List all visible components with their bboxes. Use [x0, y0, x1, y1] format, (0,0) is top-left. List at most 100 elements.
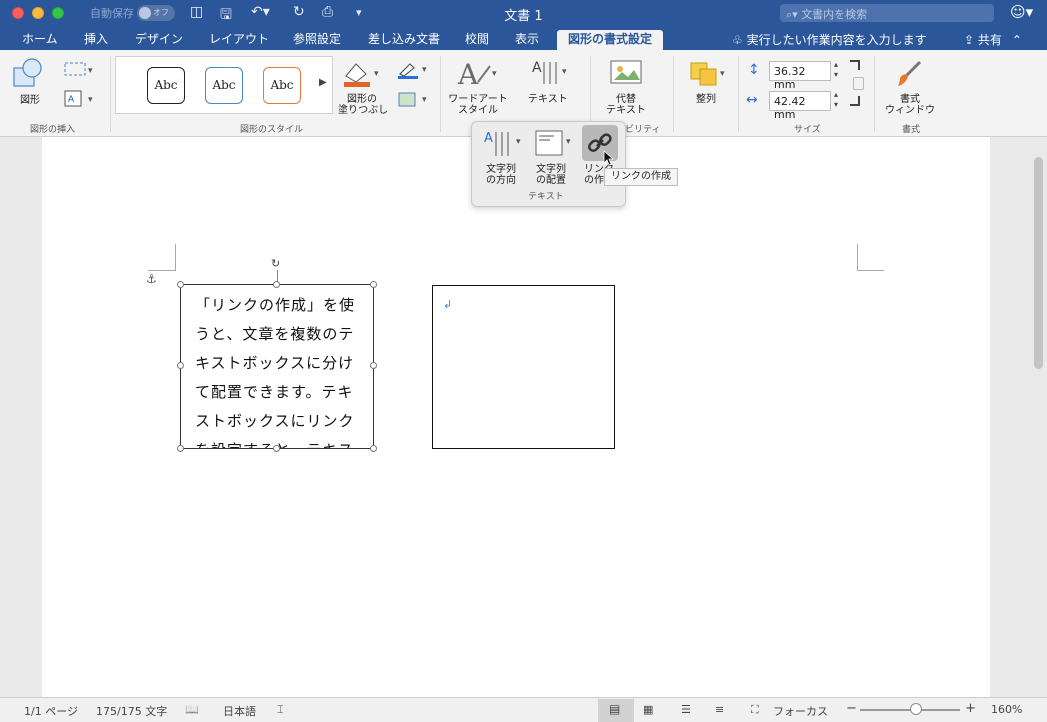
search-icon: ⌕▾	[786, 8, 798, 21]
margin-mark-top-left	[148, 244, 176, 271]
zoom-out-button[interactable]: −	[846, 701, 857, 716]
alt-text-icon[interactable]	[608, 58, 644, 88]
text-align-label[interactable]: 文字列 の配置	[530, 164, 572, 186]
margin-mark-top-right	[857, 244, 884, 271]
shapes-button-label[interactable]: 図形	[20, 95, 40, 106]
text-align-icon[interactable]: ▾	[534, 128, 574, 160]
tab-layout[interactable]: レイアウト	[209, 30, 269, 50]
text-box-icon[interactable]: A ▾	[62, 88, 96, 110]
zoom-in-button[interactable]: +	[965, 701, 976, 716]
shape-effects-icon[interactable]: ▾	[396, 90, 430, 110]
svg-text:▾: ▾	[422, 95, 427, 105]
proofing-icon[interactable]: 📖	[185, 703, 199, 716]
tab-view[interactable]: 表示	[515, 30, 539, 50]
resize-handle[interactable]	[273, 281, 280, 288]
shape-style-blue[interactable]: Abc	[205, 67, 243, 104]
shape-outline-icon[interactable]: ▾	[396, 60, 430, 80]
search-input[interactable]: ⌕▾ 文書内を検索	[780, 4, 994, 22]
resize-handle[interactable]	[273, 445, 280, 452]
tab-review[interactable]: 校閲	[465, 30, 489, 50]
wordart-styles-label[interactable]: ワードアート スタイル	[448, 94, 508, 116]
tab-references[interactable]: 参照設定	[293, 30, 341, 50]
text-box-1-content[interactable]: 「リンクの作成」を使うと、文章を複数のテキストボックスに分けて配置できます。テキ…	[195, 291, 365, 448]
svg-text:▾: ▾	[492, 69, 497, 79]
ribbon-separator	[673, 56, 674, 132]
ribbon-separator	[738, 56, 739, 132]
ribbon-separator	[110, 56, 111, 132]
resize-handle[interactable]	[370, 362, 377, 369]
zoom-slider-knob[interactable]	[910, 703, 922, 715]
tooltip: リンクの作成	[604, 168, 678, 186]
vertical-scrollbar[interactable]	[1034, 157, 1043, 369]
lock-aspect-bottom-icon	[850, 96, 860, 106]
group-label-insert-shapes: 図形の挿入	[30, 125, 76, 135]
mouse-cursor-icon	[603, 150, 615, 166]
tab-mailings[interactable]: 差し込み文書	[368, 30, 440, 50]
resize-handle[interactable]	[370, 445, 377, 452]
gallery-more-icon[interactable]: ▶	[319, 77, 327, 88]
alt-text-label[interactable]: 代替 テキスト	[606, 94, 646, 116]
search-placeholder: 文書内を検索	[801, 8, 868, 21]
text-box-1[interactable]: 「リンクの作成」を使うと、文章を複数のテキストボックスに分けて配置できます。テキ…	[180, 284, 374, 449]
tell-me-box[interactable]: ♧ 実行したい作業内容を入力します	[732, 31, 927, 48]
edit-shape-icon[interactable]: ▾	[62, 60, 96, 80]
share-label: 共有	[977, 33, 1002, 47]
feedback-smiley-icon[interactable]: ☺▾	[1010, 3, 1033, 21]
word-count[interactable]: 175/175 文字	[96, 703, 167, 719]
wordart-styles-icon[interactable]: A ▾	[456, 58, 500, 90]
resize-handle[interactable]	[177, 445, 184, 452]
web-layout-icon[interactable]: ▦	[643, 703, 653, 716]
arrange-icon[interactable]: ▾	[688, 60, 728, 88]
format-pane-brush-icon[interactable]	[894, 58, 928, 90]
text-box-2[interactable]: ↲	[432, 285, 615, 449]
focus-icon[interactable]: ⛶	[751, 703, 759, 717]
draft-view-icon[interactable]: ≡	[715, 703, 724, 716]
text-direction-label[interactable]: 文字列 の方向	[478, 164, 524, 186]
tab-home[interactable]: ホーム	[22, 30, 58, 50]
format-pane-label[interactable]: 書式 ウィンドウ	[884, 94, 936, 116]
collapse-ribbon-icon[interactable]: ⌃	[1012, 33, 1022, 47]
tab-design[interactable]: デザイン	[135, 30, 183, 50]
shape-style-black[interactable]: Abc	[147, 67, 185, 104]
svg-text:▾: ▾	[516, 137, 521, 147]
resize-handle[interactable]	[177, 281, 184, 288]
focus-label[interactable]: フォーカス	[773, 703, 828, 719]
language[interactable]: 日本語	[223, 703, 256, 719]
svg-text:▾: ▾	[720, 69, 725, 79]
shape-fill-icon[interactable]: ▾	[340, 58, 384, 88]
print-layout-icon: ▤	[609, 702, 621, 716]
popup-group-label: テキスト	[528, 192, 564, 202]
outline-view-icon[interactable]: ☰	[681, 703, 691, 716]
shape-style-orange[interactable]: Abc	[263, 67, 301, 104]
paragraph-mark: ↲	[443, 298, 453, 311]
tab-insert[interactable]: 挿入	[84, 30, 108, 50]
arrange-label[interactable]: 整列	[696, 94, 716, 105]
zoom-level[interactable]: 160%	[991, 703, 1022, 716]
share-button[interactable]: ⇪ 共有 ⌃	[964, 31, 1022, 48]
svg-text:▾: ▾	[88, 66, 93, 76]
shape-style-gallery[interactable]: Abc Abc Abc ▶	[115, 56, 333, 114]
shapes-icon[interactable]	[12, 58, 48, 88]
shape-fill-label[interactable]: 図形の 塗りつぶし	[338, 94, 388, 116]
svg-text:A: A	[457, 58, 479, 90]
width-stepper[interactable]: ▴ ▾	[834, 90, 838, 110]
height-field[interactable]: 36.32 mm	[769, 61, 831, 91]
lightbulb-icon: ♧	[732, 33, 747, 47]
height-stepper[interactable]: ▴ ▾	[834, 60, 838, 80]
print-layout-view-button[interactable]: ▤	[598, 699, 634, 722]
rotate-handle-icon[interactable]: ↻	[271, 257, 280, 270]
resize-handle[interactable]	[370, 281, 377, 288]
text-icon[interactable]: A ▾	[530, 58, 570, 90]
height-icon: ↕	[748, 62, 760, 78]
svg-text:▾: ▾	[374, 69, 379, 79]
tab-shape-format[interactable]: 図形の書式設定	[557, 30, 664, 50]
svg-text:▾: ▾	[566, 137, 571, 147]
lock-aspect-checkbox[interactable]	[853, 77, 864, 90]
title-bar: 自動保存 オフ ◫ 🖫 ↶▾ ↻ ⎙ ▾ 文書 1 ⌕▾ 文書内を検索 ☺▾ ホ…	[0, 0, 1047, 50]
track-changes-icon[interactable]: ⌶	[277, 703, 284, 717]
width-field[interactable]: 42.42 mm	[769, 91, 831, 121]
text-button-label[interactable]: テキスト	[528, 94, 568, 105]
text-direction-icon[interactable]: A ▾	[482, 128, 526, 160]
resize-handle[interactable]	[177, 362, 184, 369]
page-count[interactable]: 1/1 ページ	[24, 703, 78, 719]
